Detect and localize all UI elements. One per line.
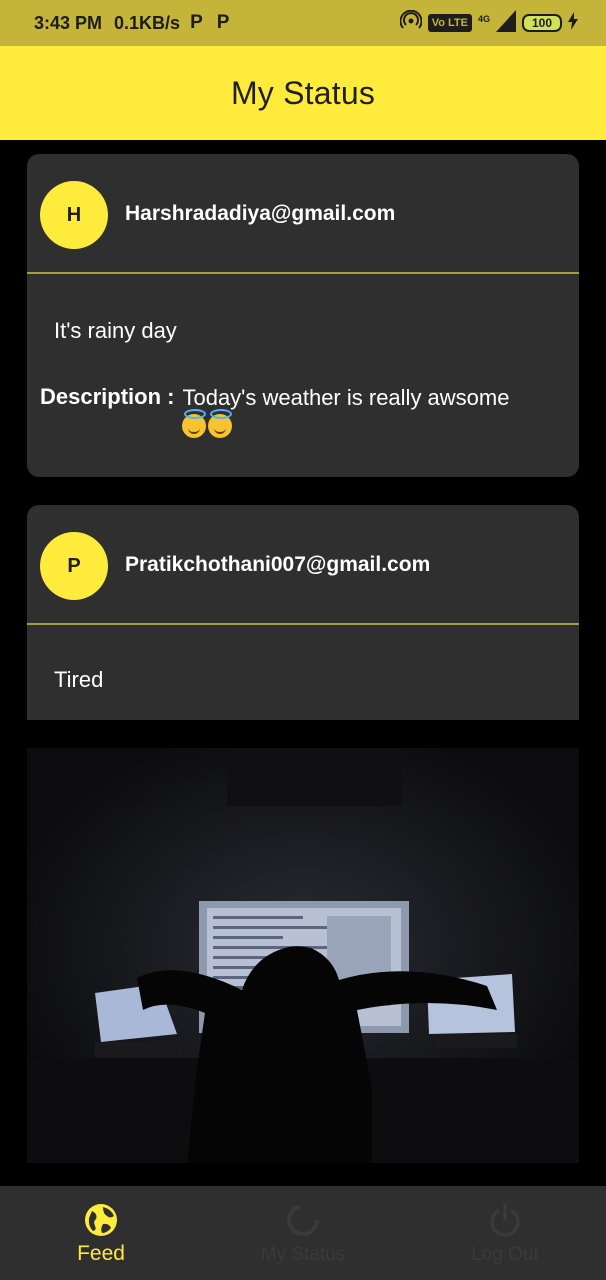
system-status-bar: 3:43 PM 0.1KB/s P P Vo LTE 4G 100 — [0, 0, 606, 46]
description-row: Description : Today's weather is really … — [40, 384, 565, 441]
charging-icon — [568, 11, 578, 35]
status-card[interactable]: H Harshradadiya@gmail.com It's rainy day… — [27, 154, 579, 477]
signal-icon — [496, 9, 516, 37]
circle-progress-icon — [285, 1202, 321, 1238]
user-email: Pratikchothani007@gmail.com — [125, 553, 431, 576]
notification-p-icon: P — [190, 12, 203, 33]
battery-icon: 100 — [522, 14, 562, 32]
clock: 3:43 PM — [34, 12, 103, 33]
nav-log-out[interactable]: Log Out — [404, 1186, 606, 1280]
status-card[interactable]: P Pratikchothani007@gmail.com Tired — [27, 505, 579, 720]
network-type: 4G — [477, 14, 490, 24]
card-header: H Harshradadiya@gmail.com — [27, 154, 579, 274]
smiling-face-with-halo-icon — [208, 409, 233, 438]
smiling-face-with-halo-icon — [182, 409, 207, 438]
app-bar: My Status — [0, 46, 606, 140]
user-email: Harshradadiya@gmail.com — [125, 202, 396, 225]
card-header: P Pratikchothani007@gmail.com — [27, 505, 579, 625]
page-title: My Status — [230, 74, 376, 111]
bottom-navigation: Feed My Status Log Out — [0, 1186, 606, 1280]
avatar: H — [40, 181, 108, 249]
nav-label: My Status — [260, 1244, 346, 1265]
avatar: P — [40, 532, 108, 600]
notification-p-icon: P — [216, 12, 230, 33]
status-icons: Vo LTE 4G 100 — [399, 0, 578, 46]
screen: 3:43 PM 0.1KB/s P P Vo LTE 4G 100 My Sta… — [0, 0, 606, 1280]
description-text: Today's weather is really awsome — [182, 383, 509, 441]
nav-label: Feed — [77, 1242, 125, 1265]
network-speed: 0.1KB/s — [114, 12, 181, 33]
description-body: Today's weather is really awsome — [182, 385, 510, 410]
status-photo[interactable] — [27, 748, 579, 1163]
nav-label: Log Out — [471, 1244, 539, 1265]
description-label: Description : — [40, 384, 175, 409]
status-text: Tired — [54, 667, 104, 692]
nav-my-status[interactable]: My Status — [202, 1186, 404, 1280]
volte-badge: Vo LTE — [427, 14, 472, 32]
status-text: It's rainy day — [54, 318, 177, 343]
globe-icon — [83, 1202, 119, 1238]
nav-feed[interactable]: Feed — [0, 1186, 202, 1280]
power-icon — [487, 1202, 523, 1238]
hotspot-icon — [399, 9, 423, 37]
